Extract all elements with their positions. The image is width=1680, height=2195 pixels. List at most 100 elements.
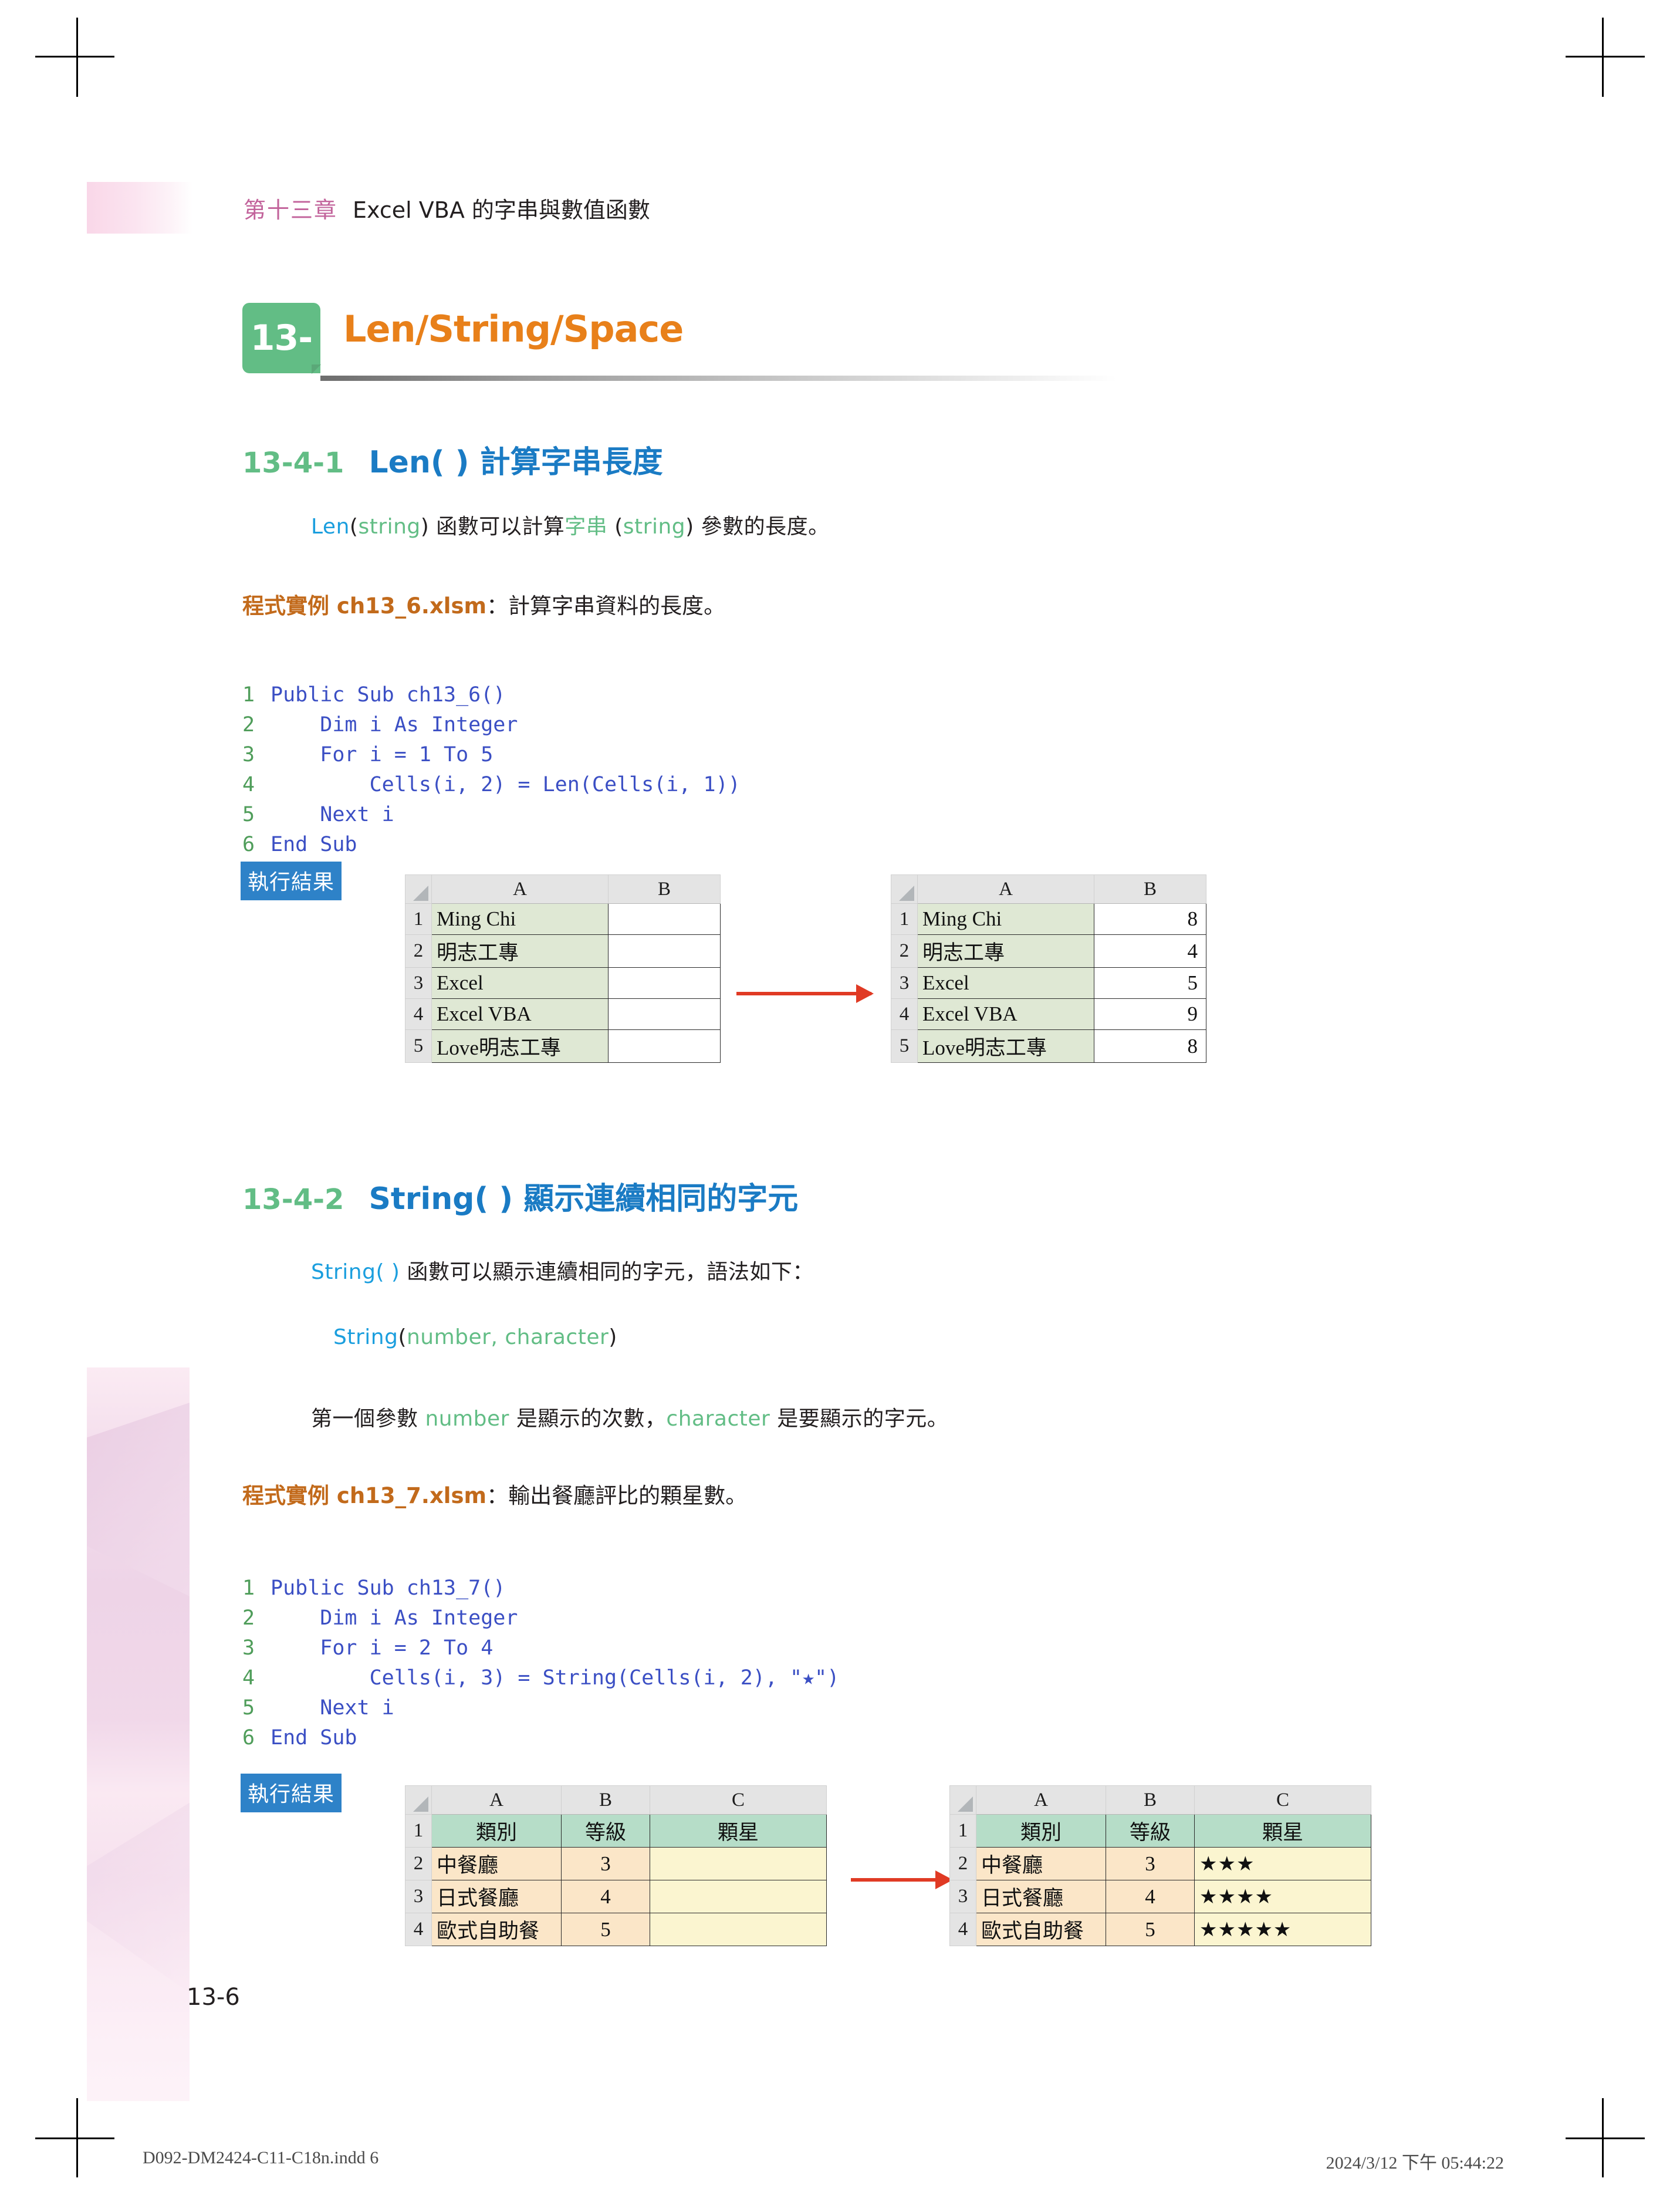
row-header[interactable]: 2	[405, 934, 432, 968]
cell-b[interactable]: 5	[1094, 967, 1206, 999]
code-line-number: 6	[242, 833, 255, 856]
cell-b[interactable]	[608, 967, 721, 999]
cell-a[interactable]: Ming Chi	[431, 903, 609, 935]
cell-c[interactable]	[650, 1913, 827, 1946]
row-header[interactable]: 4	[891, 998, 918, 1030]
table-row: 4 歐式自助餐 5	[405, 1913, 827, 1946]
cell-b[interactable]: 5	[561, 1913, 650, 1946]
example-line-ch13-6: 程式實例 ch13_6.xlsm：計算字串資料的長度。	[242, 588, 725, 620]
params-mid: 是顯示的次數，	[509, 1407, 667, 1431]
column-header-b[interactable]: B	[1106, 1785, 1195, 1815]
cell-a[interactable]: 歐式自助餐	[431, 1913, 562, 1946]
column-header-c[interactable]: C	[1194, 1785, 1371, 1815]
cell-a[interactable]: Excel	[917, 967, 1094, 999]
cell-b[interactable]	[608, 998, 721, 1030]
row-header[interactable]: 4	[949, 1913, 976, 1946]
row-header[interactable]: 5	[405, 1029, 432, 1063]
select-all-triangle-icon	[413, 886, 428, 901]
cell-a[interactable]: Excel	[431, 967, 609, 999]
cell-b[interactable]: 等級	[1106, 1814, 1195, 1848]
row-header[interactable]: 1	[891, 903, 918, 935]
column-header-row: A B C	[405, 1785, 827, 1815]
column-header-b[interactable]: B	[561, 1785, 650, 1815]
cell-a[interactable]: 歐式自助餐	[976, 1913, 1106, 1946]
cell-b[interactable]	[608, 903, 721, 935]
sheet-table: A B C 1 類別 等級 顆星 2 中餐廳 3 ★★★ 3 日式餐廳 4 ★★…	[949, 1785, 1371, 1946]
cell-b[interactable]: 等級	[561, 1814, 650, 1848]
params-lead: 第一個參數	[311, 1407, 425, 1431]
crop-mark-top-left	[35, 18, 114, 97]
row-header[interactable]: 1	[405, 1814, 432, 1848]
row-header[interactable]: 4	[405, 1913, 432, 1946]
cell-a[interactable]: Love明志工專	[431, 1029, 609, 1063]
column-header-a[interactable]: A	[917, 874, 1094, 904]
subsection-title: String( ) 顯示連續相同的字元	[369, 1181, 799, 1217]
cell-c-stars[interactable]: ★★★	[1194, 1847, 1371, 1880]
column-header-a[interactable]: A	[431, 874, 609, 904]
cell-a[interactable]: 類別	[431, 1814, 562, 1848]
cell-a[interactable]: Excel VBA	[431, 998, 609, 1030]
cell-b[interactable]: 8	[1094, 903, 1206, 935]
sheet-corner[interactable]	[405, 874, 432, 904]
cell-a[interactable]: Love明志工專	[917, 1029, 1094, 1063]
row-header[interactable]: 3	[891, 967, 918, 999]
code-line-number: 2	[242, 1606, 255, 1630]
cell-c[interactable]	[650, 1880, 827, 1913]
row-header[interactable]: 3	[405, 1880, 432, 1913]
cell-b[interactable]: 3	[1106, 1847, 1195, 1880]
intro-mid2-text: (	[607, 515, 623, 539]
row-header[interactable]: 1	[405, 903, 432, 935]
row-header[interactable]: 4	[405, 998, 432, 1030]
cell-b[interactable]: 4	[1106, 1880, 1195, 1913]
cell-b[interactable]: 4	[561, 1880, 650, 1913]
sheet-corner[interactable]	[405, 1785, 432, 1815]
column-header-a[interactable]: A	[431, 1785, 562, 1815]
code-line-number: 5	[242, 1696, 255, 1720]
cell-a[interactable]: 類別	[976, 1814, 1106, 1848]
code-block-ch13-6: 1 Public Sub ch13_6() 2 Dim i As Integer …	[242, 650, 741, 860]
column-header-b[interactable]: B	[1094, 874, 1206, 904]
column-header-c[interactable]: C	[650, 1785, 827, 1815]
cell-b[interactable]: 3	[561, 1847, 650, 1880]
cell-a[interactable]: 中餐廳	[976, 1847, 1106, 1880]
table-row: 4 Excel VBA 9	[891, 998, 1206, 1030]
cell-b[interactable]	[608, 934, 721, 968]
table-row: 3 日式餐廳 4	[405, 1880, 827, 1913]
cell-a[interactable]: 中餐廳	[431, 1847, 562, 1880]
cell-a[interactable]: 明志工專	[917, 934, 1094, 968]
cell-b[interactable]	[608, 1029, 721, 1063]
subsection-heading-13-4-1: 13-4-1 Len( ) 計算字串長度	[242, 437, 663, 481]
sheet-corner[interactable]	[891, 874, 918, 904]
column-header-a[interactable]: A	[976, 1785, 1106, 1815]
cell-c[interactable]: 顆星	[650, 1814, 827, 1848]
sheet-corner[interactable]	[949, 1785, 976, 1815]
row-header[interactable]: 1	[949, 1814, 976, 1848]
cell-a[interactable]: 明志工專	[431, 934, 609, 968]
intro-mid-text: 函數可以計算	[429, 515, 565, 539]
syntax-arg-number: number	[406, 1325, 491, 1349]
cell-a[interactable]: Ming Chi	[917, 903, 1094, 935]
example-description: ：輸出餐廳評比的顆星數。	[486, 1483, 748, 1508]
cell-a[interactable]: Excel VBA	[917, 998, 1094, 1030]
row-header[interactable]: 3	[949, 1880, 976, 1913]
row-header[interactable]: 2	[405, 1847, 432, 1880]
cell-b[interactable]: 9	[1094, 998, 1206, 1030]
row-header[interactable]: 3	[405, 967, 432, 999]
footer-filename: D092-DM2424-C11-C18n.indd 6	[143, 2148, 379, 2167]
arg-string: string	[358, 515, 421, 539]
cell-b[interactable]: 4	[1094, 934, 1206, 968]
cell-a[interactable]: 日式餐廳	[431, 1880, 562, 1913]
cell-c[interactable]: 顆星	[1194, 1814, 1371, 1848]
row-header[interactable]: 2	[949, 1847, 976, 1880]
cell-c-stars[interactable]: ★★★★★	[1194, 1913, 1371, 1946]
cell-b[interactable]: 8	[1094, 1029, 1206, 1063]
section-banner: 13-4 Len/String/Space	[242, 303, 1117, 429]
column-header-b[interactable]: B	[608, 874, 721, 904]
cell-c-stars[interactable]: ★★★★	[1194, 1880, 1371, 1913]
cell-b[interactable]: 5	[1106, 1913, 1195, 1946]
cell-c[interactable]	[650, 1847, 827, 1880]
code-line-text: Dim i As Integer	[271, 1606, 518, 1630]
row-header[interactable]: 2	[891, 934, 918, 968]
row-header[interactable]: 5	[891, 1029, 918, 1063]
cell-a[interactable]: 日式餐廳	[976, 1880, 1106, 1913]
